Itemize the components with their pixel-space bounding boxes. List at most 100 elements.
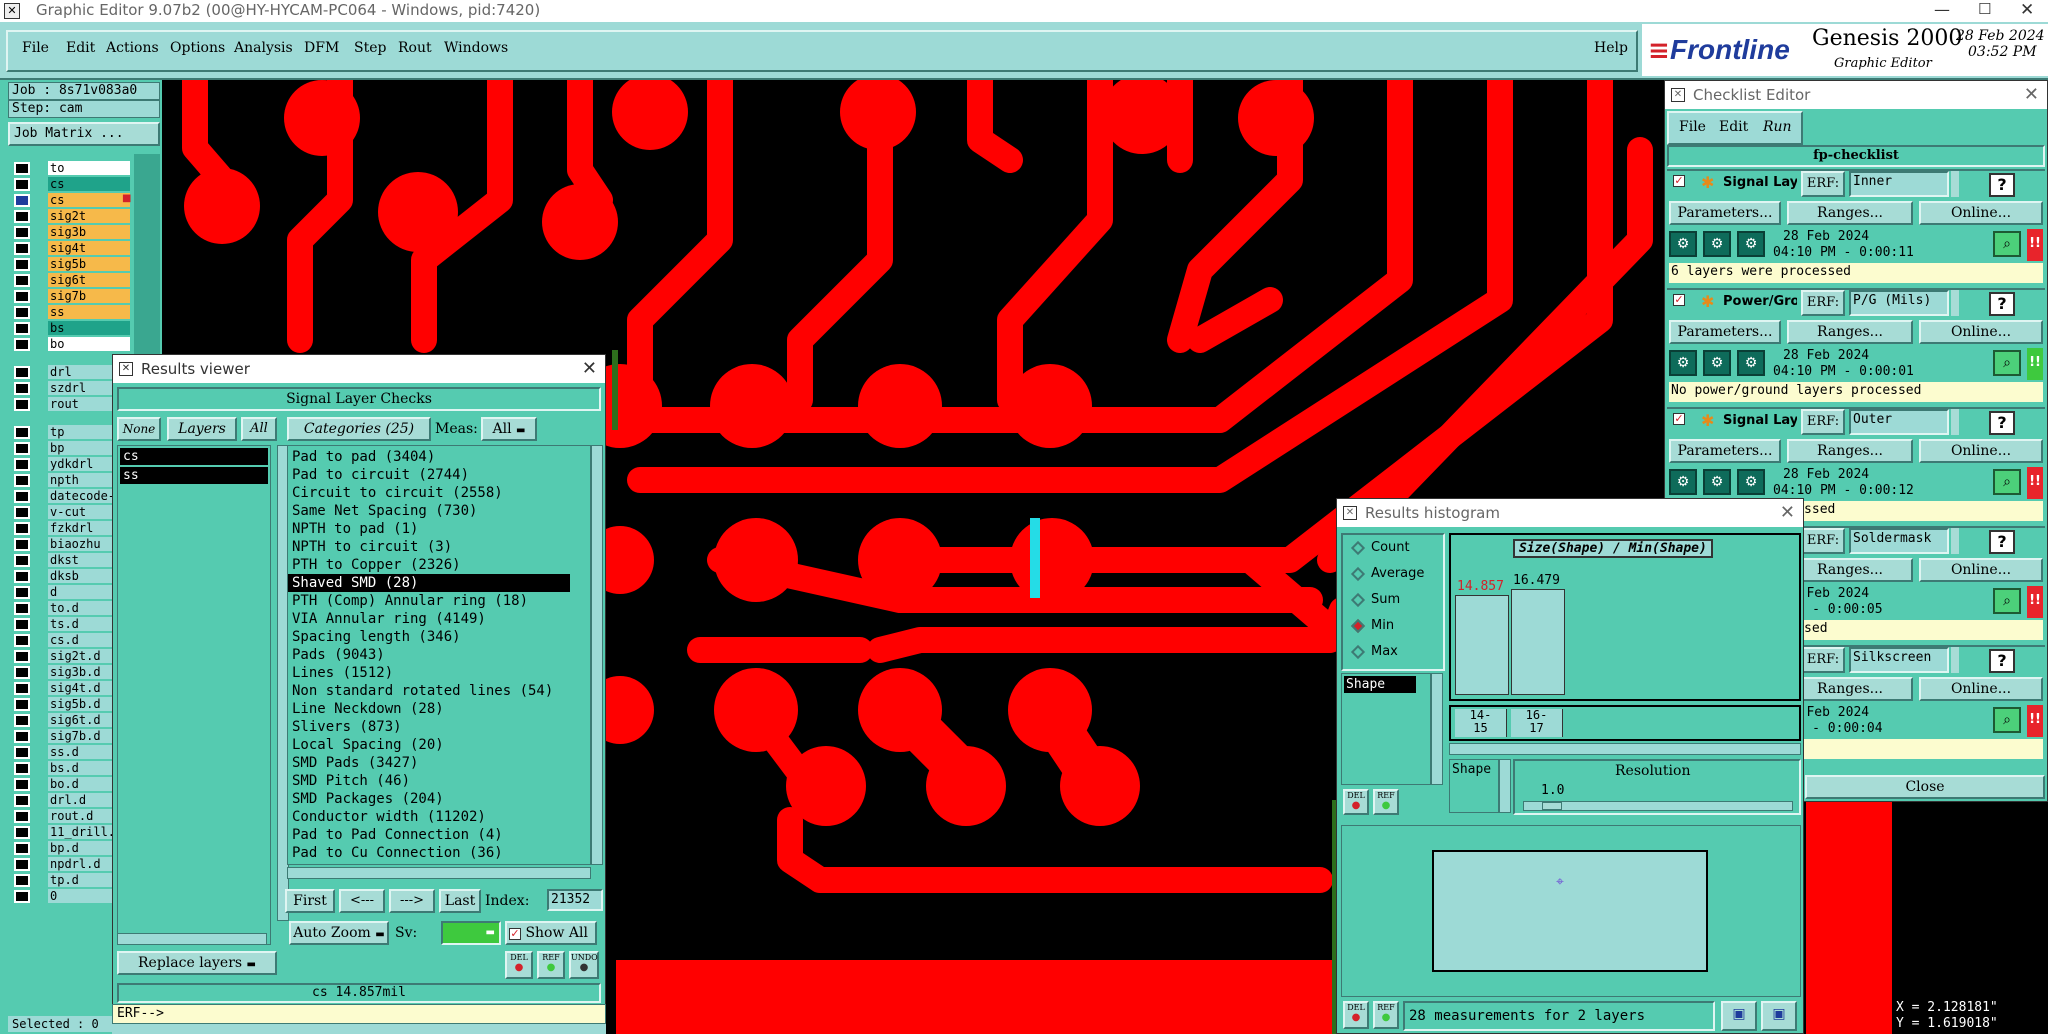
help-icon[interactable]: ?: [1989, 292, 2015, 316]
category-item[interactable]: SMD Packages (204): [288, 790, 590, 808]
run-all-icon[interactable]: ⚙: [1737, 231, 1765, 257]
layer-visibility-checkbox[interactable]: [14, 322, 30, 335]
category-item[interactable]: SMD Pads (3427): [288, 754, 590, 772]
erf-value-field[interactable]: Inner: [1849, 171, 1949, 197]
run-all-icon[interactable]: ⚙: [1737, 469, 1765, 495]
option-min[interactable]: Min: [1350, 613, 1394, 639]
layer-visibility-checkbox[interactable]: [14, 538, 30, 551]
print-button[interactable]: ▣: [1761, 1001, 1797, 1031]
close-icon[interactable]: ✕: [1780, 499, 1795, 527]
layer-visibility-checkbox[interactable]: [14, 890, 30, 903]
field-list-scrollbar[interactable]: [1431, 673, 1443, 785]
category-item[interactable]: Local Spacing (20): [288, 736, 590, 754]
action-checkbox-icon[interactable]: ✓: [1673, 294, 1685, 306]
category-item[interactable]: NPTH to circuit (3): [288, 538, 590, 556]
layer-visibility-checkbox[interactable]: [14, 586, 30, 599]
parameters-button[interactable]: Parameters...: [1669, 201, 1781, 225]
layer-visibility-checkbox[interactable]: [14, 826, 30, 839]
menu-options[interactable]: Options: [170, 40, 225, 56]
layer-name[interactable]: cs: [48, 193, 130, 207]
layer-visibility-checkbox[interactable]: [14, 258, 30, 271]
layer-visibility-checkbox[interactable]: [14, 506, 30, 519]
parameters-button[interactable]: Parameters...: [1669, 320, 1781, 344]
menu-analysis[interactable]: Analysis: [234, 40, 293, 56]
layer-visibility-checkbox[interactable]: [14, 458, 30, 471]
layer-visibility-checkbox[interactable]: [14, 290, 30, 303]
erf-button[interactable]: ERF:: [1801, 290, 1845, 316]
help-icon[interactable]: ?: [1989, 530, 2015, 554]
online-button[interactable]: Online...: [1919, 677, 2043, 701]
layer-visibility-checkbox[interactable]: [14, 338, 30, 351]
layer-name[interactable]: sig3b: [48, 225, 130, 239]
job-matrix-button[interactable]: Job Matrix ...: [8, 122, 160, 146]
category-item[interactable]: PTH (Comp) Annular ring (18): [288, 592, 590, 610]
replace-layers-dropdown[interactable]: Replace layers ▬: [117, 951, 277, 975]
online-button[interactable]: Online...: [1919, 558, 2043, 582]
none-button[interactable]: None: [117, 417, 161, 441]
layer-visibility-checkbox[interactable]: [14, 810, 30, 823]
all-layers-button[interactable]: All: [241, 417, 277, 441]
layer-visibility-checkbox[interactable]: [14, 474, 30, 487]
category-item[interactable]: Conductor width (11202): [288, 808, 590, 826]
layer-visibility-checkbox[interactable]: [14, 618, 30, 631]
run-icon[interactable]: ⚙: [1669, 231, 1697, 257]
close-icon[interactable]: ✕: [582, 355, 597, 383]
checklist-close-button[interactable]: Close: [1805, 775, 2045, 799]
ranges-button[interactable]: Ranges...: [1787, 558, 1913, 582]
field-list-item[interactable]: Shape: [1344, 676, 1416, 693]
layer-name[interactable]: cs: [48, 177, 130, 191]
option-count[interactable]: Count: [1350, 535, 1410, 561]
category-item[interactable]: Pad to Cu Connection (36): [288, 844, 590, 862]
online-button[interactable]: Online...: [1919, 320, 2043, 344]
parameters-button[interactable]: Parameters...: [1669, 439, 1781, 463]
menu-rout[interactable]: Rout: [398, 40, 432, 56]
prev-button[interactable]: <---: [339, 889, 385, 913]
checkbox-icon[interactable]: ✓: [509, 928, 521, 940]
layer-name[interactable]: sig5b: [48, 257, 130, 271]
action-checkbox-icon[interactable]: ✓: [1673, 413, 1685, 425]
export-button[interactable]: ▣: [1721, 1001, 1757, 1031]
layer-visibility-checkbox[interactable]: [14, 306, 30, 319]
index-field[interactable]: 21352: [547, 889, 603, 911]
menu-actions[interactable]: Actions: [106, 40, 159, 56]
hist-ref-button-2[interactable]: REF ●: [1373, 1001, 1399, 1029]
erf-value-field[interactable]: Outer: [1849, 409, 1949, 435]
action-checkbox-icon[interactable]: ✓: [1673, 175, 1685, 187]
layer-name[interactable]: sig2t: [48, 209, 130, 223]
maximize-icon[interactable]: ☐: [1978, 0, 1991, 18]
layer-visibility-checkbox[interactable]: [14, 226, 30, 239]
last-button[interactable]: Last: [439, 889, 481, 913]
ranges-button[interactable]: Ranges...: [1787, 201, 1913, 225]
layers-button[interactable]: Layers: [167, 417, 237, 441]
group-by-field[interactable]: Shape: [1449, 759, 1499, 813]
category-item[interactable]: Lines (1512): [288, 664, 590, 682]
category-item[interactable]: VIA Annular ring (4149): [288, 610, 590, 628]
layer-visibility-checkbox[interactable]: [14, 778, 30, 791]
run-icon[interactable]: ⚙: [1669, 350, 1697, 376]
layer-list-item[interactable]: ss: [120, 467, 268, 484]
group-by-scrollbar[interactable]: [1499, 759, 1511, 813]
show-results-icon[interactable]: ⌕: [1993, 350, 2021, 376]
category-item[interactable]: Shaved SMD (28): [288, 574, 570, 592]
menu-dfm[interactable]: DFM: [304, 40, 339, 56]
online-button[interactable]: Online...: [1919, 201, 2043, 225]
layer-visibility-checkbox[interactable]: [14, 522, 30, 535]
layer-visibility-checkbox[interactable]: [14, 714, 30, 727]
category-item[interactable]: SMD Pitch (46): [288, 772, 590, 790]
layer-visibility-checkbox[interactable]: [14, 794, 30, 807]
menu-windows[interactable]: Windows: [444, 40, 508, 56]
hist-del-button-2[interactable]: DEL ●: [1343, 1001, 1369, 1029]
histogram-bar[interactable]: [1511, 589, 1565, 695]
help-icon[interactable]: ?: [1989, 411, 2015, 435]
auto-zoom-dropdown[interactable]: Auto Zoom ▬: [289, 921, 389, 945]
erf-value-field[interactable]: Soldermask: [1849, 528, 1949, 554]
resolution-slider-handle[interactable]: [1542, 802, 1562, 810]
layer-select-list[interactable]: cs ss: [117, 445, 271, 945]
category-item[interactable]: Pad to Pad Connection (4): [288, 826, 590, 844]
layer-name[interactable]: to: [48, 161, 130, 175]
erf-button[interactable]: ERF:: [1801, 647, 1845, 673]
checklist-menu-edit[interactable]: Edit: [1719, 119, 1748, 135]
menu-edit[interactable]: Edit: [66, 40, 95, 56]
category-item[interactable]: Pads (9043): [288, 646, 590, 664]
layer-visibility-checkbox[interactable]: [14, 274, 30, 287]
